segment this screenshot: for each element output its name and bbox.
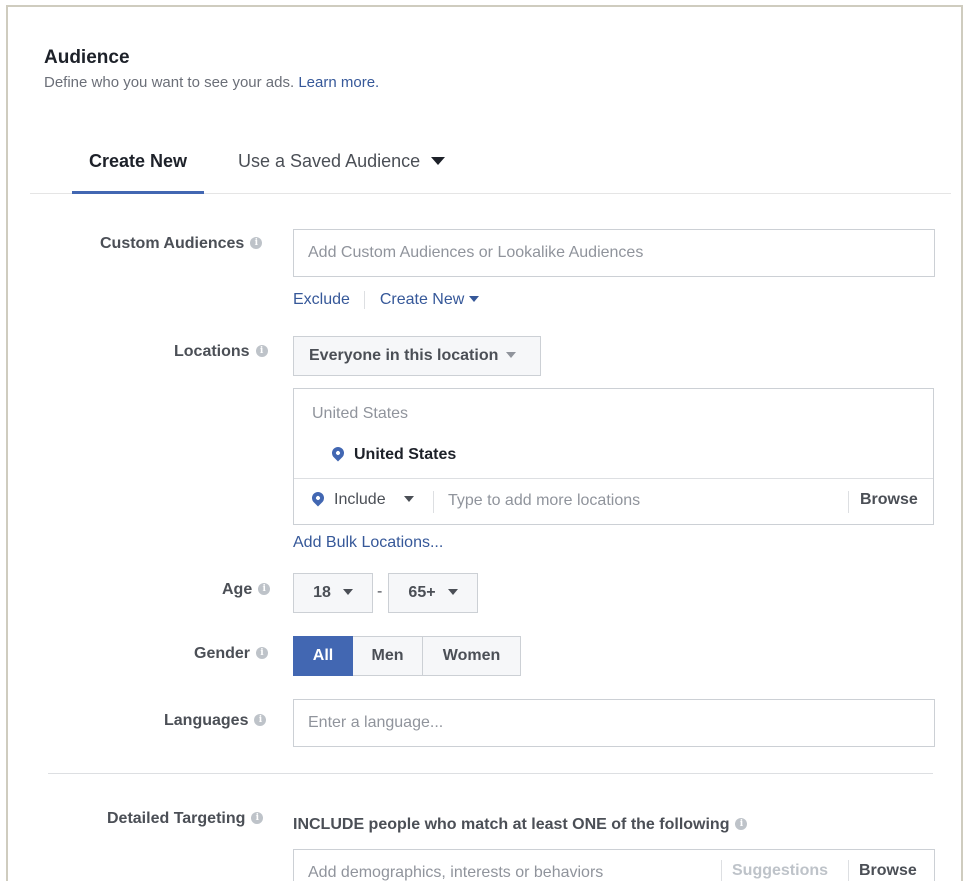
- location-input-row: Include Type to add more locations Brows…: [294, 478, 933, 524]
- languages-label: Languages i: [164, 712, 267, 730]
- browse-divider: [848, 491, 849, 513]
- audience-panel: Audience Define who you want to see your…: [8, 7, 961, 881]
- targeting-browse-button[interactable]: Browse: [859, 862, 917, 880]
- location-group-country: United States: [312, 405, 409, 422]
- location-pin-icon: [309, 489, 327, 507]
- include-label: Include: [334, 491, 386, 508]
- age-min-dropdown[interactable]: 18: [293, 573, 373, 613]
- gender-label-text: Gender: [194, 645, 251, 662]
- location-search-placeholder: Type to add more locations: [448, 492, 641, 509]
- tab-saved-audience[interactable]: Use a Saved Audience: [238, 142, 446, 194]
- tab-create-new-label: Create New: [88, 151, 188, 171]
- suggestions-divider: [721, 860, 722, 881]
- selected-location-label: United States: [354, 446, 457, 463]
- exclude-link[interactable]: Exclude: [293, 291, 350, 308]
- suggestions-button[interactable]: Suggestions: [732, 862, 828, 880]
- detailed-targeting-description: INCLUDE people who match at least ONE of…: [293, 816, 748, 834]
- section-subtitle: Define who you want to see your ads. Lea…: [44, 74, 379, 91]
- detailed-targeting-label: Detailed Targeting i: [107, 810, 264, 828]
- detailed-targeting-description-text: INCLUDE people who match at least ONE of…: [293, 816, 730, 833]
- include-divider: [433, 491, 434, 513]
- section-title: Audience: [44, 47, 130, 68]
- audience-panel-frame: Audience Define who you want to see your…: [6, 5, 963, 881]
- custom-audiences-label: Custom Audiences i: [100, 235, 263, 253]
- chevron-down-icon: [431, 156, 446, 165]
- location-browse-button[interactable]: Browse: [860, 491, 918, 509]
- location-pin-icon: [329, 444, 347, 462]
- age-max-dropdown[interactable]: 65+: [388, 573, 478, 613]
- info-icon[interactable]: i: [256, 646, 269, 659]
- gender-label: Gender i: [194, 645, 269, 663]
- custom-audiences-actions: Exclude Create New: [293, 291, 480, 309]
- include-dropdown[interactable]: Include: [309, 489, 415, 509]
- age-label: Age i: [222, 581, 271, 599]
- info-icon[interactable]: i: [258, 582, 271, 595]
- info-icon[interactable]: i: [255, 344, 268, 357]
- age-separator: -: [377, 583, 383, 600]
- location-scope-dropdown[interactable]: Everyone in this location: [293, 336, 541, 376]
- gender-segmented-control: All Men Women: [293, 636, 521, 676]
- languages-placeholder: Enter a language...: [308, 714, 444, 731]
- chevron-down-icon: [506, 352, 517, 358]
- section-divider: [48, 773, 933, 774]
- detailed-targeting-label-text: Detailed Targeting: [107, 810, 246, 827]
- location-scope-label: Everyone in this location: [309, 347, 499, 364]
- age-max-value: 65+: [408, 584, 436, 601]
- languages-label-text: Languages: [164, 712, 249, 729]
- detailed-targeting-input[interactable]: Add demographics, interests or behaviors: [293, 849, 935, 881]
- tab-saved-audience-label: Use a Saved Audience: [238, 151, 421, 171]
- info-icon[interactable]: i: [251, 811, 264, 824]
- targeting-browse-divider: [848, 860, 849, 881]
- chevron-down-icon: [342, 589, 353, 595]
- subtitle-text: Define who you want to see your ads.: [44, 74, 295, 91]
- age-label-text: Age: [222, 581, 253, 598]
- chevron-down-icon: [469, 296, 480, 302]
- locations-label: Locations i: [174, 343, 268, 361]
- tab-create-new[interactable]: Create New: [72, 142, 204, 194]
- languages-input[interactable]: Enter a language...: [293, 699, 935, 747]
- create-new-link-label: Create New: [379, 291, 465, 309]
- age-min-value: 18: [313, 584, 331, 601]
- info-icon[interactable]: i: [254, 713, 267, 726]
- chevron-down-icon: [447, 589, 458, 595]
- location-selector: United States United States Include Type…: [293, 388, 934, 525]
- gender-all-button[interactable]: All: [293, 636, 353, 676]
- gender-men-button[interactable]: Men: [353, 636, 423, 676]
- detailed-targeting-placeholder: Add demographics, interests or behaviors: [308, 864, 604, 881]
- create-new-link[interactable]: Create New: [379, 291, 480, 309]
- locations-label-text: Locations: [174, 343, 250, 360]
- chevron-down-icon: [404, 495, 415, 502]
- add-bulk-locations-link[interactable]: Add Bulk Locations...: [293, 534, 443, 552]
- location-search-input[interactable]: Type to add more locations: [448, 492, 640, 510]
- info-icon[interactable]: i: [735, 817, 748, 830]
- gender-women-button[interactable]: Women: [423, 636, 521, 676]
- custom-audiences-label-text: Custom Audiences: [100, 235, 245, 252]
- selected-location[interactable]: United States: [329, 444, 457, 464]
- audience-tabs: Create New Use a Saved Audience: [30, 142, 951, 194]
- learn-more-link[interactable]: Learn more.: [298, 74, 379, 91]
- custom-audiences-input[interactable]: Add Custom Audiences or Lookalike Audien…: [293, 229, 935, 277]
- custom-audiences-placeholder: Add Custom Audiences or Lookalike Audien…: [308, 244, 644, 261]
- info-icon[interactable]: i: [250, 236, 263, 249]
- link-divider: [364, 291, 366, 309]
